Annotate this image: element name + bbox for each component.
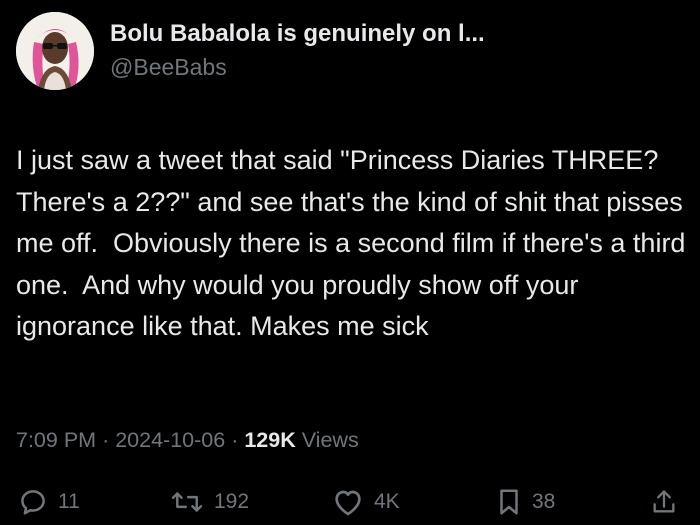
retweet-button[interactable]: 192	[170, 480, 249, 524]
tweet-text: I just saw a tweet that said "Princess D…	[16, 145, 693, 341]
reply-button[interactable]: 11	[18, 480, 80, 524]
user-handle[interactable]: @BeeBabs	[110, 52, 485, 82]
retweet-count: 192	[214, 490, 250, 513]
display-name[interactable]: Bolu Babalola is genuinely on l...	[110, 18, 485, 50]
share-icon	[653, 490, 675, 513]
tweet-time[interactable]: 7:09 PM	[16, 428, 96, 452]
avatar[interactable]	[16, 12, 94, 90]
retweet-icon	[171, 492, 203, 512]
views-label: Views	[301, 428, 359, 452]
bookmark-button[interactable]: 38	[496, 480, 555, 524]
like-button[interactable]: 4K	[332, 480, 400, 524]
share-button[interactable]	[650, 480, 678, 524]
tweet-meta: 7:09 PM · 2024-10-06 · 129K Views	[16, 424, 359, 456]
bookmark-count: 38	[532, 490, 556, 513]
views-count: 129K	[244, 428, 296, 452]
meta-separator: ·	[102, 428, 110, 452]
reply-icon	[21, 490, 45, 515]
tweet-date[interactable]: 2024-10-06	[115, 428, 225, 452]
bookmark-icon	[500, 489, 518, 515]
meta-separator: ·	[231, 428, 239, 452]
profile-photo-icon	[16, 12, 94, 90]
author-info: Bolu Babalola is genuinely on l... @BeeB…	[110, 18, 485, 82]
action-bar: 11 192 4K 38	[0, 480, 700, 524]
heart-icon	[335, 490, 361, 516]
like-count: 4K	[374, 490, 400, 513]
reply-count: 11	[58, 490, 80, 513]
